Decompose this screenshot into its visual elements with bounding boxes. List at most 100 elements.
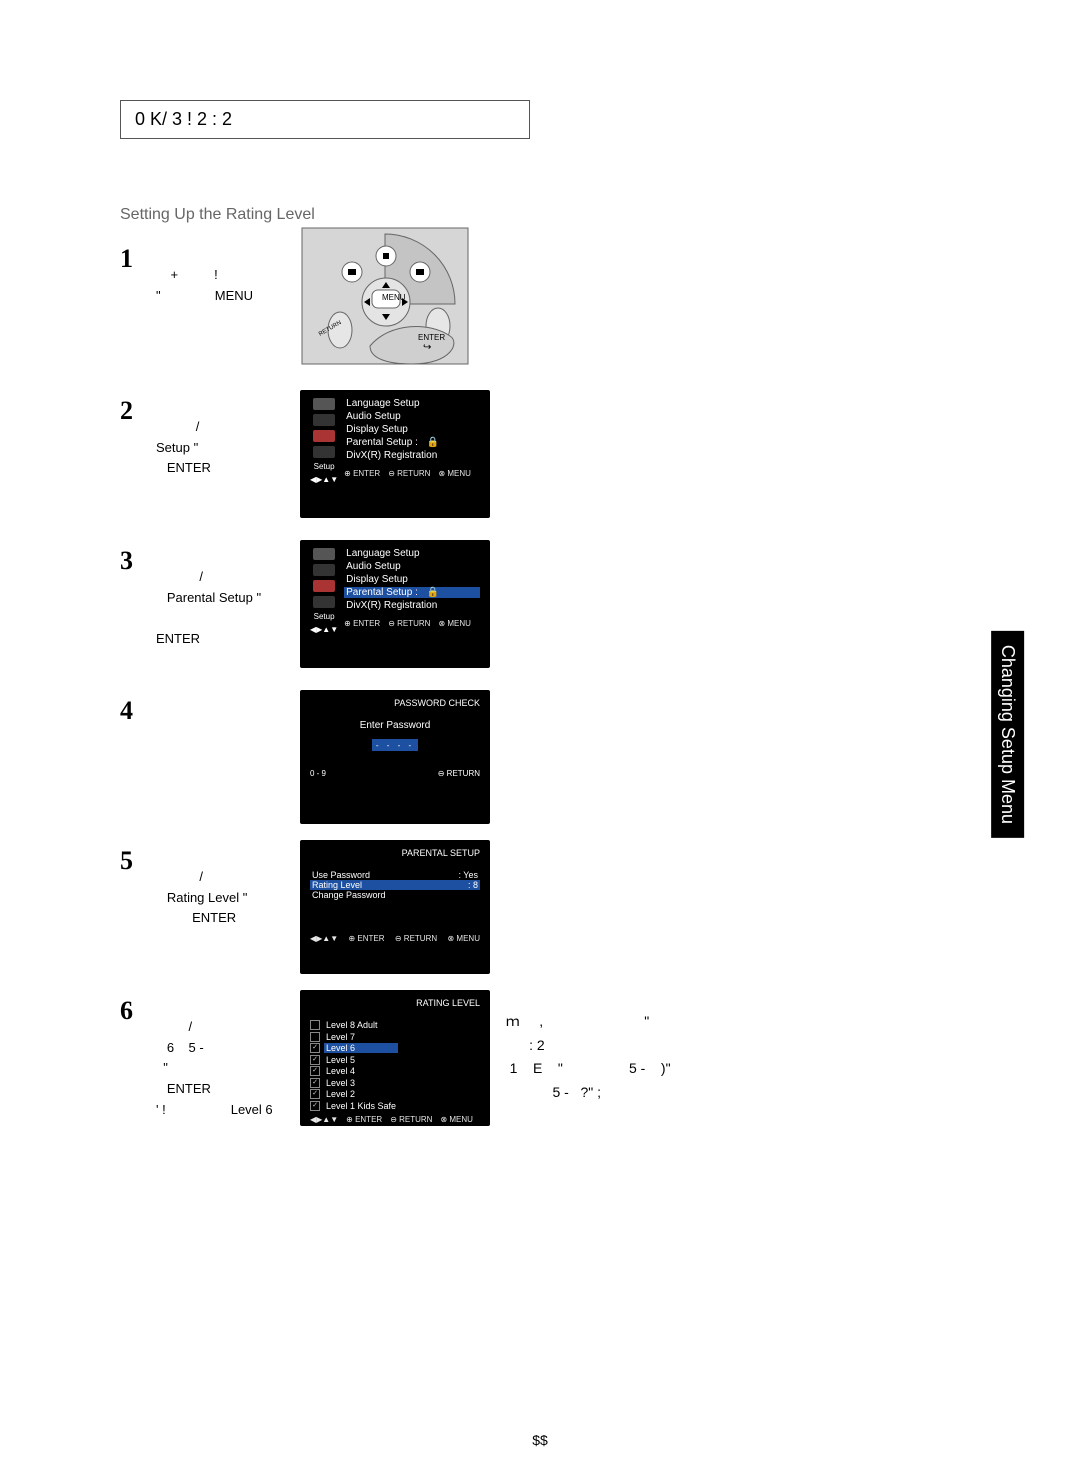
item-display-setup[interactable]: Display Setup — [344, 574, 480, 585]
level-item-6-selected[interactable]: Level 6 — [324, 1043, 398, 1053]
page-number: $$ — [532, 1432, 548, 1448]
checkbox-icon: ✓ — [310, 1066, 320, 1076]
checkbox-icon: ✓ — [310, 1055, 320, 1065]
step-number: 6 — [120, 996, 142, 1142]
kv-use-password[interactable]: Use Password: Yes — [310, 870, 480, 880]
item-language-setup[interactable]: Language Setup — [344, 548, 480, 559]
step-number: 2 — [120, 396, 142, 500]
item-parental-setup-selected[interactable]: Parental Setup : 🔒 — [344, 587, 480, 598]
step-number: 1 — [120, 244, 142, 327]
checkbox-icon: ✓ — [310, 1043, 320, 1053]
level-item-8[interactable]: Level 8 Adult — [324, 1020, 398, 1030]
step-text: / Rating Level " ENTER — [156, 846, 247, 950]
menu-items: Language Setup Audio Setup Display Setup… — [344, 398, 480, 484]
item-audio-setup[interactable]: Audio Setup — [344, 411, 480, 422]
disc-menu-icon — [313, 548, 335, 560]
step-text: / Setup " ENTER — [156, 396, 211, 500]
top-code-box: 0 K/ 3 ! 2 : 2 — [120, 100, 530, 139]
footer-hints: ⊕ ENTER ⊖ RETURN ⊗ MENU — [344, 619, 480, 628]
hint-enter: ⊕ ENTER — [344, 619, 380, 628]
step-number: 4 — [120, 696, 142, 726]
step-number: 3 — [120, 546, 142, 671]
checkbox-icon — [310, 1020, 320, 1030]
dialog-message: Enter Password — [310, 720, 480, 731]
item-audio-setup[interactable]: Audio Setup — [344, 561, 480, 572]
dialog-title: RATING LEVEL — [310, 998, 480, 1008]
lock-icon: 🔒 — [427, 587, 439, 598]
hint-enter: ⊕ ENTER — [348, 934, 384, 943]
level-item-3[interactable]: Level 3 — [324, 1078, 398, 1088]
section-tab: Changing Setup Menu — [991, 631, 1024, 838]
preview-setup-menu: Setup ◀▶▲▼ Language Setup Audio Setup Di… — [300, 390, 490, 518]
title-menu-icon — [313, 564, 335, 576]
setup-icon — [313, 596, 335, 608]
step-number: 5 — [120, 846, 142, 950]
dialog-title: PARENTAL SETUP — [310, 848, 480, 858]
hint-return: ⊖ RETURN — [388, 469, 430, 478]
level-checkboxes: ✓ ✓ ✓ ✓ ✓ ✓ — [310, 1020, 320, 1111]
remote-illustration: ENTER ↪ MENU RETURN — [300, 226, 470, 366]
kv-rating-level-selected[interactable]: Rating Level: 8 — [310, 880, 480, 890]
hint-return: ⊖ RETURN — [438, 769, 480, 778]
level-item-2[interactable]: Level 2 — [324, 1089, 398, 1099]
hint-menu: ⊗ MENU — [438, 619, 470, 628]
preview-parental-setup: PARENTAL SETUP Use Password: Yes Rating … — [300, 840, 490, 974]
hint-return: ⊖ RETURN — [395, 934, 437, 943]
checkbox-icon: ✓ — [310, 1101, 320, 1111]
item-divx-registration[interactable]: DivX(R) Registration — [344, 450, 480, 461]
item-language-setup[interactable]: Language Setup — [344, 398, 480, 409]
item-divx-registration[interactable]: DivX(R) Registration — [344, 600, 480, 611]
hint-digits: 0 - 9 — [310, 769, 326, 778]
hint-return: ⊖ RETURN — [388, 619, 430, 628]
nav-icon: ◀▶▲▼ — [310, 1115, 338, 1124]
step-6-note: ｍ , " : 2 1 E " 5 - )" 5 - ?" ; — [498, 986, 758, 1105]
hint-enter: ⊕ ENTER — [344, 469, 380, 478]
hint-enter: ⊕ ENTER — [346, 1115, 382, 1124]
menu-items: Language Setup Audio Setup Display Setup… — [344, 548, 480, 634]
hint-menu: ⊗ MENU — [447, 934, 479, 943]
step-text: / Parental Setup " ENTER — [156, 546, 261, 671]
level-list: Level 8 Adult Level 7 Level 6 Level 5 Le… — [324, 1020, 398, 1111]
level-item-1[interactable]: Level 1 Kids Safe — [324, 1101, 398, 1111]
footer-hints: ◀▶▲▼ ⊕ ENTER ⊖ RETURN ⊗ MENU — [310, 934, 480, 943]
side-tabs: Setup ◀▶▲▼ — [310, 398, 338, 484]
kv-change-password[interactable]: Change Password — [310, 890, 480, 900]
code-text: 0 K/ 3 ! 2 : 2 — [135, 109, 232, 129]
preview-password-check: PASSWORD CHECK Enter Password - - - - 0 … — [300, 690, 490, 824]
step-text: / 6 5 - " ENTER ' ! Level 6 — [156, 996, 273, 1142]
svg-text:ENTER: ENTER — [418, 333, 445, 342]
nav-icon: ◀▶▲▼ — [310, 475, 338, 484]
password-field[interactable]: - - - - — [372, 739, 418, 751]
item-parental-setup[interactable]: Parental Setup : 🔒 — [344, 437, 480, 448]
preview-parental-selected: Setup ◀▶▲▼ Language Setup Audio Setup Di… — [300, 540, 490, 668]
item-display-setup[interactable]: Display Setup — [344, 424, 480, 435]
step-text: + ! " MENU — [156, 244, 253, 327]
hint-menu: ⊗ MENU — [440, 1115, 472, 1124]
level-item-5[interactable]: Level 5 — [324, 1055, 398, 1065]
level-item-4[interactable]: Level 4 — [324, 1066, 398, 1076]
svg-text:↪: ↪ — [423, 342, 431, 353]
setup-label: Setup — [314, 462, 335, 471]
level-item-7[interactable]: Level 7 — [324, 1032, 398, 1042]
title-menu-icon — [313, 414, 335, 426]
preview-rating-level: RATING LEVEL ✓ ✓ ✓ ✓ ✓ ✓ Level 8 Adult L… — [300, 990, 490, 1126]
lock-icon: 🔒 — [427, 437, 439, 448]
remote-icon: ENTER ↪ MENU RETURN — [300, 226, 470, 366]
checkbox-icon: ✓ — [310, 1089, 320, 1099]
footer-hints: 0 - 9 ⊖ RETURN — [310, 769, 480, 778]
dialog-title: PASSWORD CHECK — [310, 698, 480, 708]
hint-menu: ⊗ MENU — [438, 469, 470, 478]
hint-return: ⊖ RETURN — [390, 1115, 432, 1124]
nav-icon: ◀▶▲▼ — [310, 934, 338, 943]
checkbox-icon: ✓ — [310, 1078, 320, 1088]
side-tabs: Setup ◀▶▲▼ — [310, 548, 338, 634]
setup-label: Setup — [314, 612, 335, 621]
function-icon — [313, 580, 335, 592]
nav-icon: ◀▶▲▼ — [310, 625, 338, 634]
checkbox-icon — [310, 1032, 320, 1042]
section-title: Setting Up the Rating Level — [120, 206, 315, 224]
footer-hints: ◀▶▲▼ ⊕ ENTER ⊖ RETURN ⊗ MENU — [310, 1115, 480, 1124]
setup-icon — [313, 446, 335, 458]
footer-hints: ⊕ ENTER ⊖ RETURN ⊗ MENU — [344, 469, 480, 478]
function-icon — [313, 430, 335, 442]
